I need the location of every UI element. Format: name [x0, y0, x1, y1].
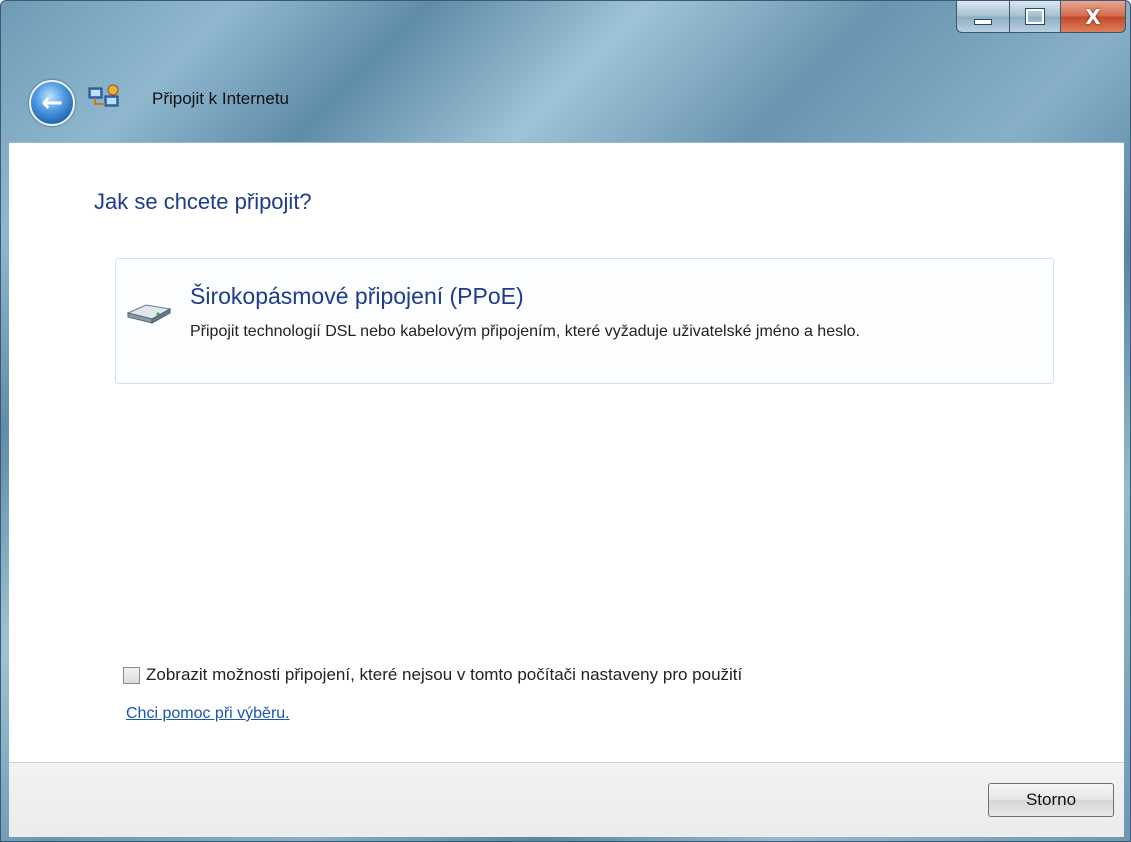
- window-controls: X: [956, 1, 1126, 34]
- page-heading: Jak se chcete připojit?: [94, 189, 312, 214]
- show-unconfigured-checkbox[interactable]: [123, 666, 140, 684]
- help-link[interactable]: Chci pomoc při výběru.: [126, 705, 290, 723]
- dialog-window: X ← Připojit k Internetu Jak se chcete p…: [0, 0, 1131, 842]
- close-icon: X: [1085, 4, 1101, 29]
- show-unconfigured-option: Zobrazit možnosti připojení, které nejso…: [123, 665, 742, 685]
- option-description: Připojit technologií DSL nebo kabelovým …: [190, 323, 860, 340]
- window-title: Připojit k Internetu: [152, 89, 290, 108]
- checkbox-label[interactable]: Zobrazit možnosti připojení, které nejso…: [146, 665, 742, 685]
- footer-bar: Storno: [9, 762, 1124, 837]
- minimize-icon: [974, 18, 992, 25]
- maximize-button[interactable]: [1010, 1, 1061, 33]
- back-arrow-icon: ←: [41, 88, 63, 118]
- broadband-modem-icon: [126, 304, 172, 324]
- option-broadband-pppoe[interactable]: Širokopásmové připojení (PPoE) Připojit …: [115, 258, 1054, 384]
- cancel-button[interactable]: Storno: [988, 783, 1114, 817]
- content-area: Jak se chcete připojit? Širokopásmové př…: [9, 142, 1124, 762]
- close-button[interactable]: X: [1061, 1, 1126, 33]
- minimize-button[interactable]: [956, 1, 1010, 33]
- back-button[interactable]: ←: [29, 80, 75, 126]
- title-bar: X ← Připojit k Internetu: [1, 1, 1130, 141]
- network-connection-icon: [88, 84, 119, 107]
- option-title: Širokopásmové připojení (PPoE): [190, 283, 524, 309]
- maximize-icon: [1025, 8, 1045, 25]
